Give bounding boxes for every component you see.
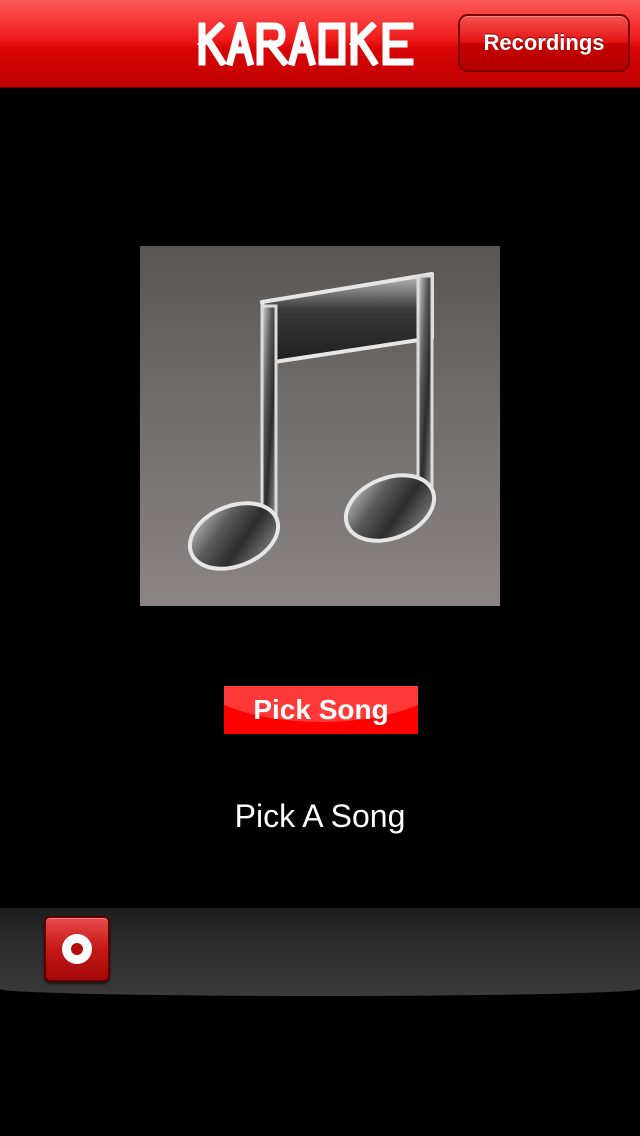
pick-song-label: Pick Song [253, 694, 389, 725]
song-artwork [140, 246, 500, 606]
recordings-button[interactable]: Recordings [458, 14, 630, 72]
music-note-icon [187, 272, 437, 571]
karaoke-logo [197, 22, 414, 66]
record-button[interactable] [44, 916, 110, 982]
status-text: Pick A Song [234, 798, 406, 834]
pick-song-button[interactable]: Pick Song [224, 686, 418, 734]
record-icon [62, 934, 92, 964]
navigation-bar: Recordings [0, 0, 640, 88]
